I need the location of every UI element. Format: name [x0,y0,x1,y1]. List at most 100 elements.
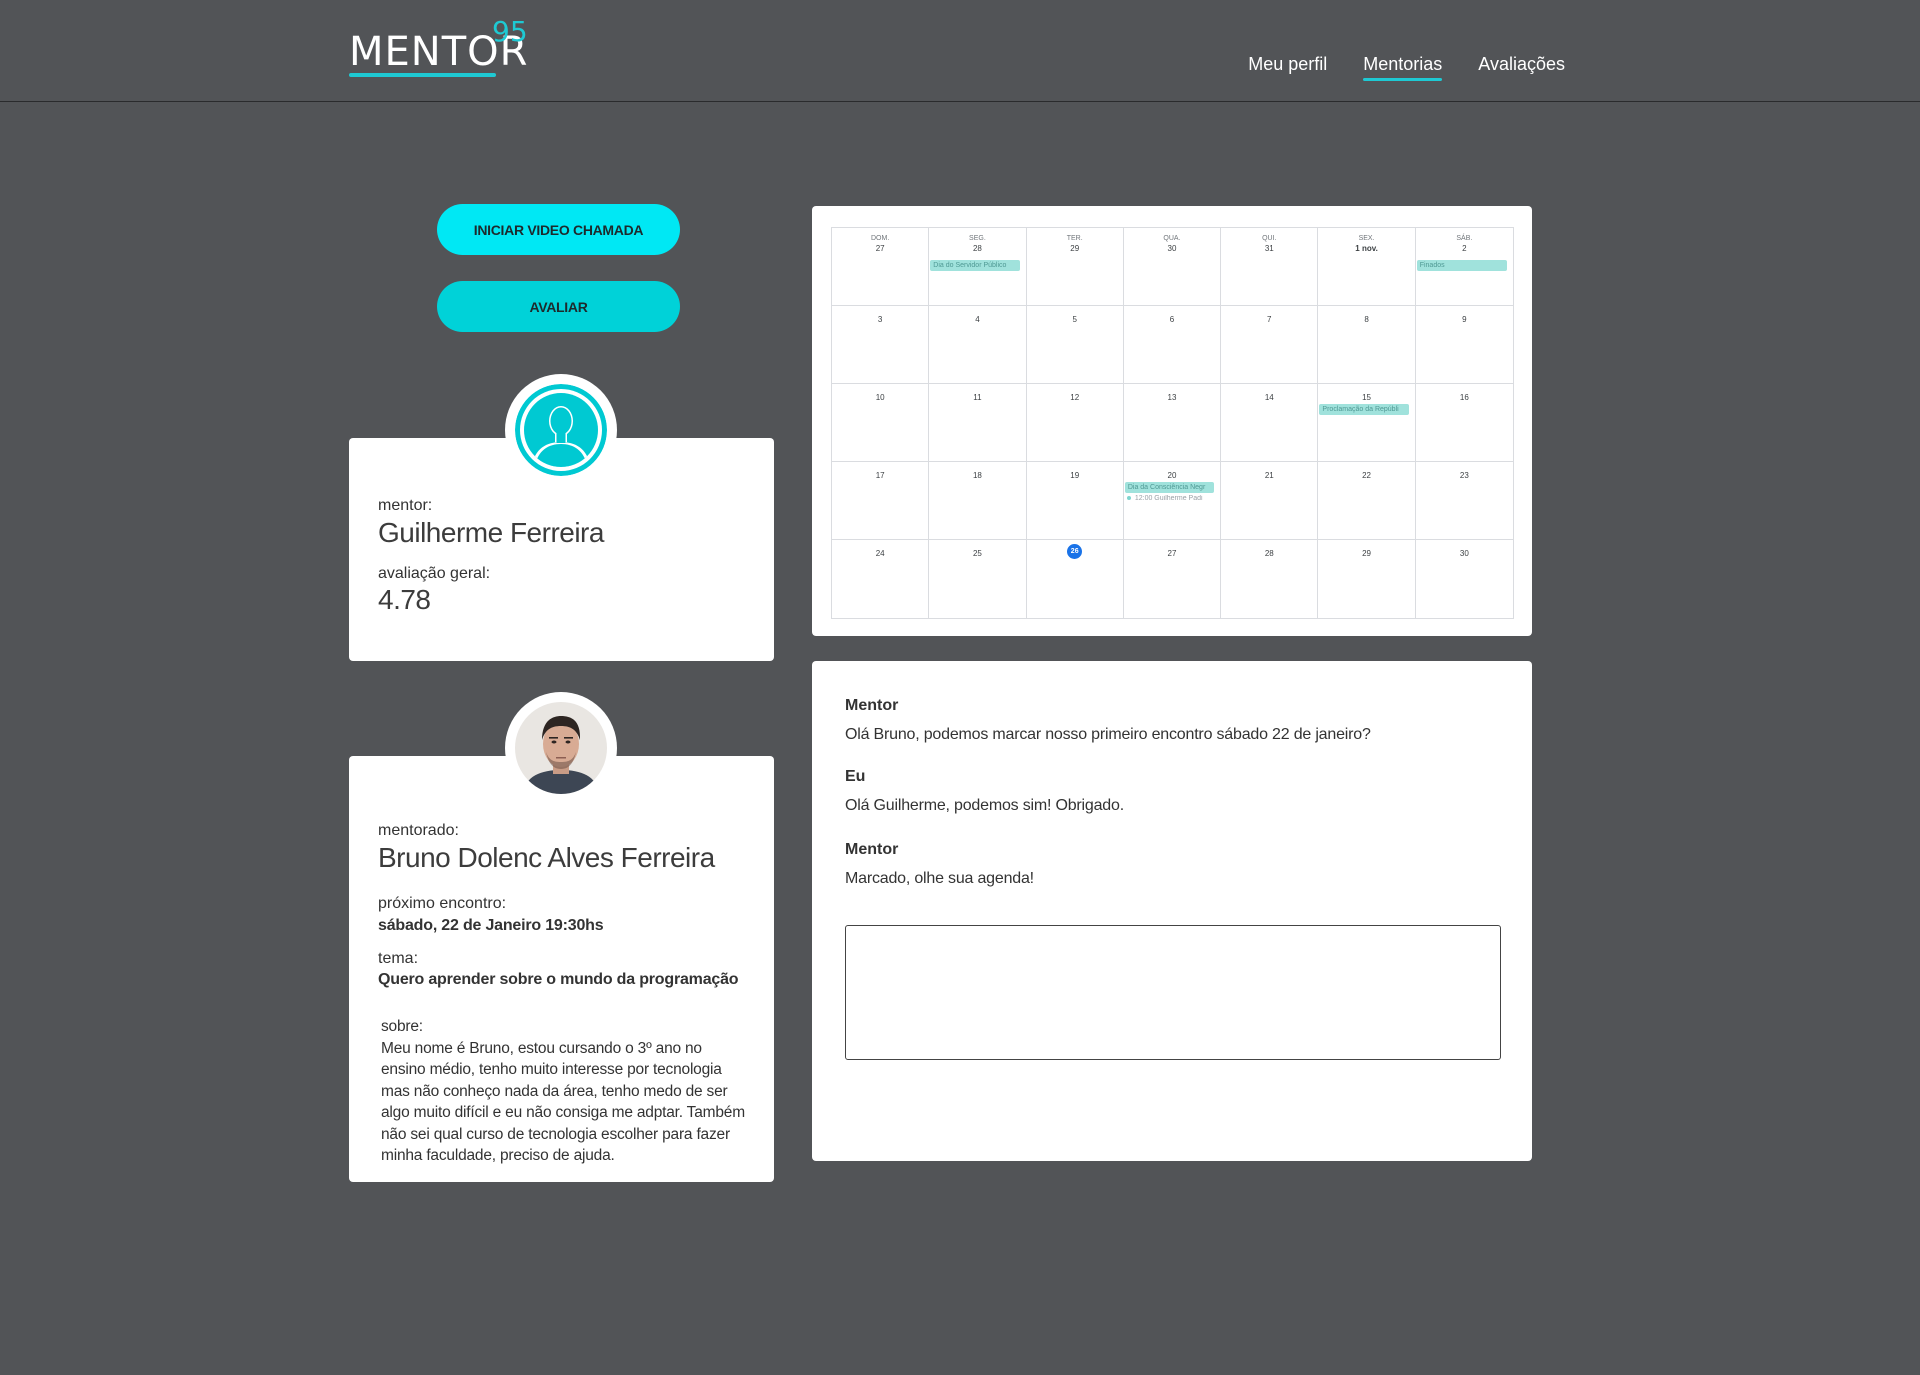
calendar-day[interactable]: 4 [929,306,1027,384]
weekday-label: QUA. [1163,235,1181,242]
calendar-day[interactable]: 20 Dia da Consciência Negr 12:00 Guilher… [1123,462,1222,540]
day-number: 7 [1267,315,1272,324]
today-marker: 26 [1067,544,1083,559]
calendar-event[interactable]: Finados [1416,260,1507,271]
weekday-label: SEG. [969,235,986,242]
calendar-day[interactable]: 24 [832,540,930,618]
mentee-role-label: mentorado: [378,822,459,839]
main-nav: Meu perfil Mentorias Avaliações [1248,54,1565,81]
calendar-day[interactable]: QUI. 31 [1221,228,1319,306]
calendar-day[interactable]: SEG. 28 Dia do Servidor Público [929,228,1027,306]
day-number: 22 [1362,471,1372,480]
calendar-day[interactable]: 12 [1026,384,1124,462]
calendar-day[interactable]: 23 [1415,462,1513,540]
calendar-day[interactable]: 21 [1221,462,1319,540]
month-calendar: DOM. 27 SEG. 28 Dia do Servidor Público … [831,227,1514,619]
message-author: Mentor [845,841,899,858]
calendar-day[interactable]: 28 [1221,540,1319,618]
calendar-card: DOM. 27 SEG. 28 Dia do Servidor Público … [812,206,1532,636]
about-line: não sei qual curso de tecnologia escolhe… [381,1125,730,1143]
about-label: sobre: [381,1018,423,1035]
calendar-day[interactable]: 22 [1318,462,1416,540]
calendar-day[interactable]: 15 Proclamação da Repúbli [1318,384,1416,462]
day-number: 18 [972,471,982,480]
calendar-day[interactable]: 13 [1123,384,1222,462]
nav-mentorias[interactable]: Mentorias [1363,54,1443,81]
mentor-role-label: mentor: [378,497,433,514]
calendar-day[interactable]: 14 [1221,384,1319,462]
calendar-day[interactable]: 5 [1026,306,1124,384]
start-video-call-button[interactable]: INICIAR VIDEO CHAMADA [437,204,680,255]
about-line: mas não conheço nada da área, tenho medo… [381,1082,728,1100]
day-number: 23 [1459,471,1469,480]
calendar-day[interactable]: 3 [832,306,930,384]
calendar-day[interactable]: 9 [1415,306,1513,384]
calendar-day[interactable]: 25 [929,540,1027,618]
calendar-day[interactable]: 30 [1416,540,1513,618]
day-number: 8 [1364,315,1369,324]
topic-label: tema: [378,950,419,967]
event-dot-icon [1126,496,1131,501]
day-number: 24 [875,549,885,558]
next-meeting-value: sábado, 22 de Janeiro 19:30hs [378,917,604,934]
calendar-day[interactable]: SÁB. 2 Finados [1415,228,1513,306]
mentee-name: Bruno Dolenc Alves Ferreira [378,842,715,873]
calendar-day[interactable]: 6 [1123,306,1222,384]
top-header: MENTOR 95 Meu perfil Mentorias Avaliaçõe… [0,0,1920,102]
person-silhouette-icon [515,384,607,476]
calendar-day[interactable]: QUA. 30 [1123,228,1222,306]
calendar-day[interactable]: 17 [832,462,930,540]
calendar-event[interactable]: Proclamação da Repúbli [1319,404,1409,415]
message-author: Eu [845,768,866,785]
calendar-day[interactable]: 16 [1415,384,1513,462]
rate-button[interactable]: AVALIAR [437,281,680,332]
day-number: 15 [1362,393,1372,402]
mentee-avatar [505,692,617,804]
calendar-day[interactable]: SEX. 1 nov. [1318,228,1416,306]
day-number: 11 [973,393,982,402]
day-number: 12 [1070,393,1080,402]
day-number: 21 [1264,471,1274,480]
calendar-day[interactable]: 11 [929,384,1027,462]
nav-meu-perfil[interactable]: Meu perfil [1248,54,1327,81]
day-number: 29 [1070,244,1080,253]
day-number: 28 [972,244,982,253]
message-text: Olá Bruno, podemos marcar nosso primeiro… [845,726,1371,743]
mentor-avatar [505,374,617,486]
calendar-day[interactable]: 19 [1026,462,1124,540]
calendar-event[interactable]: Dia do Servidor Público [930,260,1020,271]
weekday-label: SEX. [1358,235,1375,242]
day-number: 2 [1462,244,1467,253]
calendar-day[interactable]: 7 [1221,306,1319,384]
calendar-event[interactable]: Dia da Consciência Negr [1124,482,1215,493]
nav-avaliacoes[interactable]: Avaliações [1478,54,1565,81]
day-number: 27 [1167,549,1177,558]
calendar-day[interactable]: 18 [929,462,1027,540]
weekday-label: QUI. [1262,235,1277,242]
calendar-day[interactable]: 27 [1124,540,1222,618]
mentor95-logo[interactable]: MENTOR 95 [349,18,539,78]
calendar-day[interactable]: 10 [832,384,930,462]
day-number: 9 [1462,315,1467,324]
message-text: Marcado, olhe sua agenda! [845,870,1034,887]
next-meeting-label: próximo encontro: [378,895,507,912]
day-number: 20 [1167,471,1177,480]
rating-label: avaliação geral: [378,565,491,582]
calendar-day[interactable]: DOM. 27 [832,228,930,306]
weekday-label: DOM. [871,235,890,242]
about-line: Meu nome é Bruno, estou cursando o 3º an… [381,1039,702,1057]
message-input[interactable] [845,925,1501,1060]
calendar-day[interactable]: TER. 29 [1026,228,1124,306]
calendar-day[interactable]: 29 [1318,540,1416,618]
weekday-label: TER. [1066,235,1083,242]
calendar-day[interactable]: 26 [1027,540,1124,618]
day-number: 30 [1459,549,1469,558]
logo-superscript: 95 [492,15,528,48]
calendar-day[interactable]: 8 [1318,306,1416,384]
day-number: 30 [1167,244,1177,253]
meeting-event[interactable]: 12:00 Guilherme Padi [1126,495,1218,502]
day-number: 19 [1070,471,1080,480]
day-number: 17 [875,471,885,480]
meeting-event-label: 12:00 Guilherme Padi [1134,495,1203,502]
day-number: 13 [1167,393,1177,402]
